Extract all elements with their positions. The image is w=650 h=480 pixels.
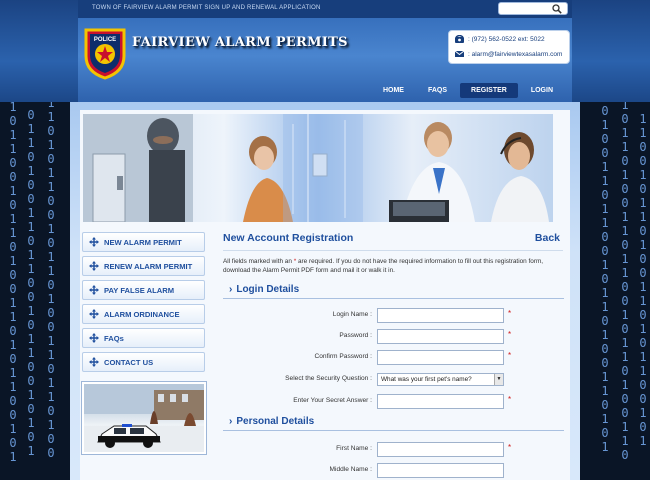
phone-icon (455, 35, 464, 43)
move-arrows-icon (89, 237, 99, 247)
binary-background: 1 0 1 1 0 0 1 0 1 1 0 1 0 0 1 1 0 1 0 1 … (9, 100, 17, 464)
row-login-name: Login Name : * (223, 308, 564, 324)
binary-background: 0 1 1 0 1 0 0 1 1 0 1 1 0 0 1 0 1 1 0 0 … (27, 108, 35, 458)
sidebar: NEW ALARM PERMIT RENEW ALARM PERMIT PAY … (82, 232, 207, 454)
binary-background: 0 1 0 0 1 1 0 1 1 0 0 1 0 1 1 0 1 0 0 1 … (601, 104, 609, 454)
password-input[interactable] (377, 329, 504, 344)
required-star: * (508, 330, 512, 339)
section-personal-details: › Personal Details (223, 416, 564, 431)
email-icon (455, 50, 464, 57)
contact-box: : (972) 562-0522 ext: 5022 : alarm@fairv… (448, 30, 570, 64)
main-nav: HOME FAQS REGISTER LOGIN (78, 83, 572, 100)
site-title[interactable]: FAIRVIEW ALARM PERMITS (132, 35, 348, 50)
registration-form: New Account Registration Back All fields… (223, 232, 564, 478)
nav-register[interactable]: REGISTER (460, 83, 518, 98)
first-name-label: First Name : (336, 445, 372, 452)
confirm-password-label: Confirm Password : (314, 353, 372, 360)
required-star: * (508, 309, 512, 318)
sidebar-item-faqs[interactable]: FAQs (82, 328, 205, 348)
sidebar-item-label: FAQs (104, 333, 124, 343)
required-star: * (508, 395, 512, 404)
nav-faqs[interactable]: FAQS (417, 83, 458, 98)
sidebar-item-label: ALARM ORDINANCE (104, 309, 180, 319)
section-title: Personal Details (236, 416, 315, 427)
intro-prefix: All fields marked with an (223, 258, 294, 265)
secret-answer-input[interactable] (377, 394, 504, 409)
middle-name-label: Middle Name : (329, 466, 372, 473)
section-login-details: › Login Details (223, 284, 564, 299)
chevron-right-icon: › (229, 284, 233, 295)
move-arrows-icon (89, 333, 99, 343)
header-banner-image (83, 114, 553, 222)
row-first-name: First Name : * (223, 442, 564, 458)
binary-background: 1 1 0 0 1 0 1 1 0 1 0 0 1 1 0 1 0 1 1 0 … (639, 112, 647, 448)
row-security-question: Select the Security Question : What was … (223, 372, 564, 388)
intro-text: All fields marked with an * are required… (223, 250, 563, 275)
email-link[interactable]: : alarm@fairviewtexasalarm.com (468, 51, 562, 58)
required-star: * (508, 351, 512, 360)
page-title: New Account Registration (223, 232, 354, 244)
back-link[interactable]: Back (535, 232, 560, 244)
police-badge-logo[interactable]: POLICE (82, 26, 128, 80)
move-arrows-icon (89, 261, 99, 271)
chevron-right-icon: › (229, 416, 233, 427)
confirm-password-input[interactable] (377, 350, 504, 365)
top-strip: TOWN OF FAIRVIEW ALARM PERMIT SIGN UP AN… (78, 0, 572, 18)
password-label: Password : (339, 332, 372, 339)
row-secret-answer: Enter Your Secret Answer : * (223, 394, 564, 410)
first-name-input[interactable] (377, 442, 504, 457)
phone-line: : (972) 562-0522 ext: 5022 (455, 35, 545, 43)
sidebar-item-new-alarm-permit[interactable]: NEW ALARM PERMIT (82, 232, 205, 252)
police-car-photo (82, 382, 206, 454)
sidebar-item-label: RENEW ALARM PERMIT (104, 261, 193, 271)
move-arrows-icon (89, 357, 99, 367)
section-title: Login Details (236, 284, 300, 295)
sidebar-item-renew-alarm-permit[interactable]: RENEW ALARM PERMIT (82, 256, 205, 276)
banner-illustration (83, 114, 549, 222)
row-password: Password : * (223, 329, 564, 345)
secret-answer-label: Enter Your Secret Answer : (293, 397, 372, 404)
phone-text: : (972) 562-0522 ext: 5022 (468, 35, 545, 43)
move-arrows-icon (89, 285, 99, 295)
site-header: TOWN OF FAIRVIEW ALARM PERMIT SIGN UP AN… (78, 0, 572, 102)
content-panel: NEW ALARM PERMIT RENEW ALARM PERMIT PAY … (80, 110, 570, 480)
nav-login[interactable]: LOGIN (520, 83, 564, 98)
badge-text: POLICE (94, 37, 116, 43)
binary-background: 1 1 0 1 0 1 1 0 0 1 0 1 1 0 1 0 0 1 1 0 … (47, 96, 55, 460)
search-icon[interactable] (552, 4, 562, 14)
middle-name-input[interactable] (377, 463, 504, 478)
sidebar-item-label: CONTACT US (104, 357, 154, 367)
row-middle-name: Middle Name : (223, 463, 564, 479)
row-confirm-password: Confirm Password : * (223, 350, 564, 366)
security-question-value: What was your first pet's name? (381, 376, 472, 383)
sidebar-item-contact-us[interactable]: CONTACT US (82, 352, 205, 372)
required-star: * (508, 443, 512, 452)
login-name-input[interactable] (377, 308, 504, 323)
login-name-label: Login Name : (332, 311, 372, 318)
binary-background: 1 0 1 1 0 1 0 0 1 1 0 1 1 0 0 1 0 1 1 0 … (621, 98, 629, 462)
move-arrows-icon (89, 309, 99, 319)
sidebar-item-alarm-ordinance[interactable]: ALARM ORDINANCE (82, 304, 205, 324)
nav-home[interactable]: HOME (372, 83, 415, 98)
sidebar-item-pay-false-alarm[interactable]: PAY FALSE ALARM (82, 280, 205, 300)
top-strip-text: TOWN OF FAIRVIEW ALARM PERMIT SIGN UP AN… (92, 5, 321, 11)
security-question-select[interactable]: What was your first pet's name? ▼ (377, 373, 504, 386)
search-input[interactable] (498, 2, 568, 15)
sidebar-item-label: PAY FALSE ALARM (104, 285, 175, 295)
security-question-label: Select the Security Question : (285, 375, 372, 382)
sidebar-item-label: NEW ALARM PERMIT (104, 237, 182, 247)
email-line: : alarm@fairviewtexasalarm.com (455, 50, 562, 58)
dropdown-arrow-icon[interactable]: ▼ (494, 374, 503, 385)
